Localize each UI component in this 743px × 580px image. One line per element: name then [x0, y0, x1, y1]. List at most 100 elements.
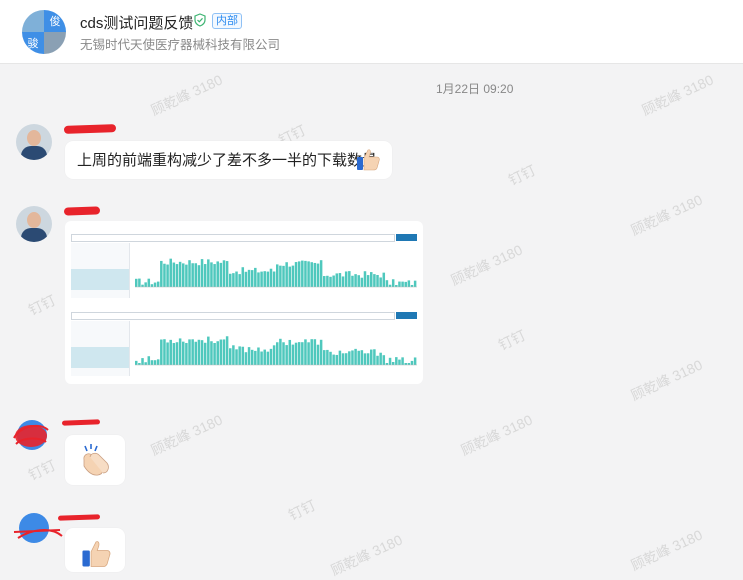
avatar-photo	[22, 10, 44, 32]
histogram-bar	[191, 339, 194, 365]
kibana-toolbar	[71, 303, 417, 311]
histogram-bar	[413, 280, 417, 287]
histogram-bar	[329, 351, 332, 365]
histogram-bar	[363, 271, 367, 287]
histogram-bar	[332, 275, 335, 287]
histogram-bar	[282, 342, 285, 365]
histogram-bar	[247, 269, 251, 287]
histogram-bar	[323, 276, 326, 287]
histogram-bar	[216, 341, 219, 365]
histogram-bar	[260, 271, 263, 287]
sender-avatar[interactable]	[16, 206, 52, 242]
histogram-bar	[153, 282, 157, 287]
histogram-bar	[138, 278, 141, 287]
message-timestamp: 1月22日 09:20	[436, 82, 514, 96]
redacted-sender-name	[61, 419, 101, 426]
histogram-bar	[207, 336, 210, 365]
histogram-bar	[135, 360, 138, 365]
histogram-bar	[338, 273, 342, 287]
kibana-toolbar	[71, 225, 417, 233]
watermark: 顾乾峰 3180	[628, 526, 705, 574]
redacted-avatar[interactable]	[10, 416, 52, 454]
watermark: 钉钉	[505, 161, 539, 189]
histogram-bar	[348, 271, 351, 287]
chat-title[interactable]: cds测试问题反馈	[80, 12, 193, 33]
histogram-bar	[335, 354, 339, 365]
watermark: 顾乾峰 3180	[628, 356, 705, 404]
histogram-bar	[175, 342, 179, 365]
histogram-bar	[344, 353, 348, 365]
histogram-bar	[175, 264, 179, 287]
histogram-bar	[351, 275, 354, 287]
histogram-bar	[410, 284, 414, 287]
watermark: 顾乾峰 3180	[639, 71, 716, 119]
histogram-bar	[391, 279, 395, 287]
histogram-bar	[235, 349, 238, 365]
screenshot-image[interactable]	[65, 221, 423, 384]
kibana-field-sidebar	[71, 243, 130, 298]
kibana-field-sidebar	[71, 321, 130, 376]
histogram-bar	[360, 277, 364, 287]
histogram-bar	[188, 339, 191, 365]
histogram-bar	[263, 349, 266, 365]
histogram-top	[135, 258, 417, 288]
histogram-bar	[172, 343, 176, 365]
histogram-bar	[213, 264, 216, 287]
histogram-bar	[144, 282, 147, 287]
histogram-bar	[135, 278, 138, 287]
histogram-bar	[210, 262, 213, 287]
histogram-bar	[366, 275, 370, 287]
histogram-bar	[156, 281, 160, 287]
histogram-bar	[216, 261, 219, 287]
redacted-sender-name	[63, 124, 117, 134]
histogram-bar	[188, 260, 191, 287]
org-name: 无锡时代天使医疗器械科技有限公司	[80, 38, 281, 52]
histogram-bar	[241, 346, 245, 365]
histogram-bar	[213, 342, 216, 365]
redacted-avatar[interactable]	[10, 510, 64, 544]
histogram-bar	[319, 260, 323, 287]
message-text: 上周的前端重构减少了差不多一半的下载数量	[77, 152, 378, 169]
histogram-bar	[203, 264, 207, 287]
histogram-bar	[156, 359, 160, 365]
histogram-bar	[401, 281, 404, 287]
histogram-bar	[363, 353, 367, 365]
histogram-bar	[294, 342, 298, 365]
histogram-bar	[203, 342, 207, 365]
histogram-bar	[413, 357, 417, 365]
histogram-bar	[263, 271, 266, 287]
histogram-bar	[182, 263, 185, 287]
histogram-bar	[219, 262, 223, 287]
histogram-bar	[373, 274, 376, 287]
histogram-bar	[153, 360, 157, 365]
kibana-panel-bottom	[71, 303, 417, 377]
histogram-bar	[313, 262, 317, 287]
histogram-bar	[229, 348, 232, 365]
histogram-bar	[200, 259, 204, 287]
histogram-bar	[250, 349, 254, 365]
histogram-bar	[326, 275, 329, 287]
avatar-face	[27, 130, 41, 146]
histogram-bar	[401, 357, 404, 365]
histogram-bar	[207, 259, 210, 287]
histogram-bar	[276, 342, 279, 365]
histogram-bottom	[135, 336, 417, 366]
histogram-bar	[285, 345, 288, 365]
sender-avatar[interactable]	[16, 124, 52, 160]
histogram-bar	[282, 265, 285, 287]
group-avatar[interactable]: 俊 骏	[22, 10, 66, 54]
histogram-bar	[398, 281, 401, 287]
thumbs-up-icon	[82, 541, 111, 567]
histogram-bar	[385, 363, 389, 365]
histogram-bar	[316, 263, 320, 287]
kibana-search-bar	[71, 234, 395, 242]
histogram-bar	[323, 350, 326, 365]
shield-check-icon	[194, 13, 206, 27]
histogram-bar	[388, 357, 392, 365]
watermark: 顾乾峰 3180	[628, 191, 705, 239]
histogram-bar	[210, 341, 213, 365]
histogram-bar	[288, 339, 292, 365]
histogram-bar	[197, 265, 201, 287]
histogram-bar	[404, 281, 407, 287]
histogram-bar	[398, 359, 401, 365]
